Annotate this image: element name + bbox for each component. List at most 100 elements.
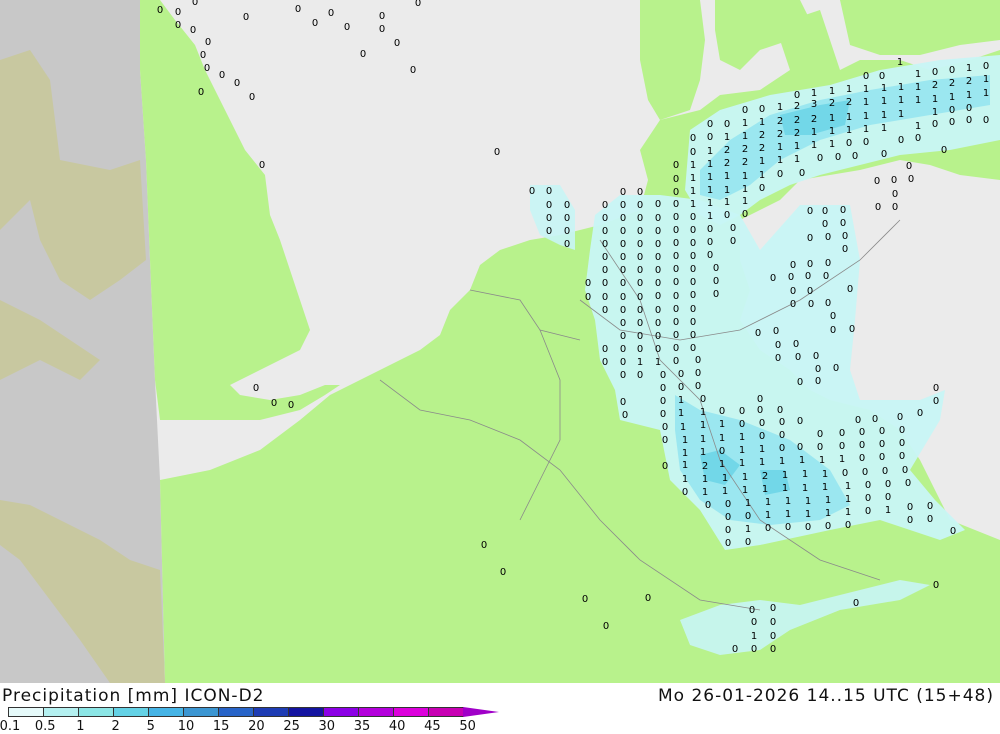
precip-value-label: 0	[773, 326, 779, 337]
precip-value-label: 2	[759, 143, 765, 154]
precip-value-label: 0	[872, 414, 878, 425]
precip-value-label: 0	[983, 115, 989, 126]
precip-value-label: 0	[749, 605, 755, 616]
precip-value-label: 1	[915, 69, 921, 80]
precip-value-label: 0	[602, 200, 608, 211]
precip-value-label: 1	[983, 74, 989, 85]
precip-value-label: 1	[846, 112, 852, 123]
precip-value-label: 0	[690, 290, 696, 301]
precip-value-label: 0	[637, 305, 643, 316]
precip-value-label: 1	[759, 117, 765, 128]
precip-value-label: 0	[983, 61, 989, 72]
precip-value-label: 0	[847, 284, 853, 295]
precip-value-label: 0	[690, 212, 696, 223]
precip-value-label: 0	[655, 291, 661, 302]
precip-value-label: 0	[564, 213, 570, 224]
precip-value-label: 0	[328, 8, 334, 19]
precip-value-label: 0	[949, 117, 955, 128]
precip-value-label: 1	[742, 196, 748, 207]
precip-value-label: 0	[259, 160, 265, 171]
precip-value-label: 0	[620, 265, 626, 276]
precip-value-label: 0	[863, 71, 869, 82]
precip-value-label: 0	[949, 65, 955, 76]
precip-value-label: 0	[655, 278, 661, 289]
precip-value-label: 1	[846, 125, 852, 136]
colorbar-segment	[183, 707, 219, 717]
precip-value-label: 0	[725, 525, 731, 536]
precip-value-label: 0	[949, 105, 955, 116]
precip-value-label: 0	[795, 352, 801, 363]
colorbar-segment	[428, 707, 464, 717]
precip-value-label: 0	[770, 273, 776, 284]
precip-value-label: 0	[785, 522, 791, 533]
precip-value-label: 0	[637, 187, 643, 198]
precip-value-label: 0	[950, 526, 956, 537]
precip-value-label: 1	[719, 419, 725, 430]
precip-value-label: 3	[811, 99, 817, 110]
precip-value-label: 0	[620, 200, 626, 211]
precip-value-label: 0	[815, 364, 821, 375]
precip-value-label: 0	[695, 381, 701, 392]
precip-value-label: 0	[807, 286, 813, 297]
colorbar-segment	[78, 707, 114, 717]
precip-value-label: 0	[660, 409, 666, 420]
precip-value-label: 0	[840, 218, 846, 229]
precip-value-label: 0	[933, 396, 939, 407]
precip-value-label: 0	[865, 480, 871, 491]
precip-value-label: 0	[779, 417, 785, 428]
precip-value-label: 1	[825, 508, 831, 519]
precip-value-label: 0	[585, 278, 591, 289]
colorbar-segment	[323, 707, 359, 717]
precip-value-label: 0	[620, 239, 626, 250]
precip-value-label: 1	[690, 186, 696, 197]
precip-value-label: 0	[739, 419, 745, 430]
precip-value-label: 1	[799, 455, 805, 466]
precip-value-label: 2	[829, 98, 835, 109]
precip-value-label: 0	[907, 502, 913, 513]
precip-value-label: 0	[620, 187, 626, 198]
precip-value-label: 0	[602, 239, 608, 250]
precip-value-label: 0	[620, 292, 626, 303]
precip-value-label: 0	[822, 206, 828, 217]
precip-value-label: 1	[819, 455, 825, 466]
precip-value-label: 1	[724, 185, 730, 196]
precip-value-label: 0	[673, 317, 679, 328]
precip-value-label: 0	[673, 330, 679, 341]
precip-value-label: 0	[564, 226, 570, 237]
precip-value-label: 0	[481, 540, 487, 551]
precip-value-label: 1	[742, 485, 748, 496]
precip-value-label: 1	[777, 142, 783, 153]
colorbar-tick-label: 1	[76, 719, 85, 734]
precip-value-label: 1	[881, 83, 887, 94]
precip-value-label: 1	[700, 434, 706, 445]
precip-value-label: 1	[777, 155, 783, 166]
precip-value-label: 0	[808, 299, 814, 310]
precip-value-label: 0	[655, 213, 661, 224]
precip-value-label: 0	[707, 132, 713, 143]
precip-value-label: 0	[673, 356, 679, 367]
colorbar-legend	[8, 707, 499, 717]
precip-value-label: 1	[742, 171, 748, 182]
colorbar-segment	[148, 707, 184, 717]
precip-value-label: 1	[759, 457, 765, 468]
precip-value-label: 0	[673, 187, 679, 198]
precip-value-label: 0	[859, 453, 865, 464]
precip-value-label: 0	[899, 425, 905, 436]
precip-value-label: 0	[874, 176, 880, 187]
precip-value-label: 0	[817, 429, 823, 440]
valid-time: Mo 26-01-2026 14..15 UTC (15+48)	[657, 686, 994, 706]
precip-value-label: 1	[777, 102, 783, 113]
precip-value-label: 0	[757, 394, 763, 405]
precip-value-label: 0	[892, 189, 898, 200]
precipitation-map[interactable]: 0 0 0 0 0 0 0 0 0 0 0 0 0 0 0 0 0 0 0 0 0 0 0 0 0 0 0 0 0 0 0 0 0 0 0 0 0 0 0 0…	[0, 0, 1000, 683]
colorbar-tick-label: 40	[388, 719, 406, 734]
precip-value-label: 0	[312, 18, 318, 29]
precip-value-label: 0	[707, 237, 713, 248]
precip-value-label: 0	[790, 286, 796, 297]
precip-value-label: 0	[585, 292, 591, 303]
precip-value-label: 0	[655, 305, 661, 316]
precip-value-label: 0	[842, 468, 848, 479]
colorbar-tick-label: 10	[177, 719, 195, 734]
precip-value-label: 0	[602, 344, 608, 355]
precip-value-label: 0	[620, 226, 626, 237]
